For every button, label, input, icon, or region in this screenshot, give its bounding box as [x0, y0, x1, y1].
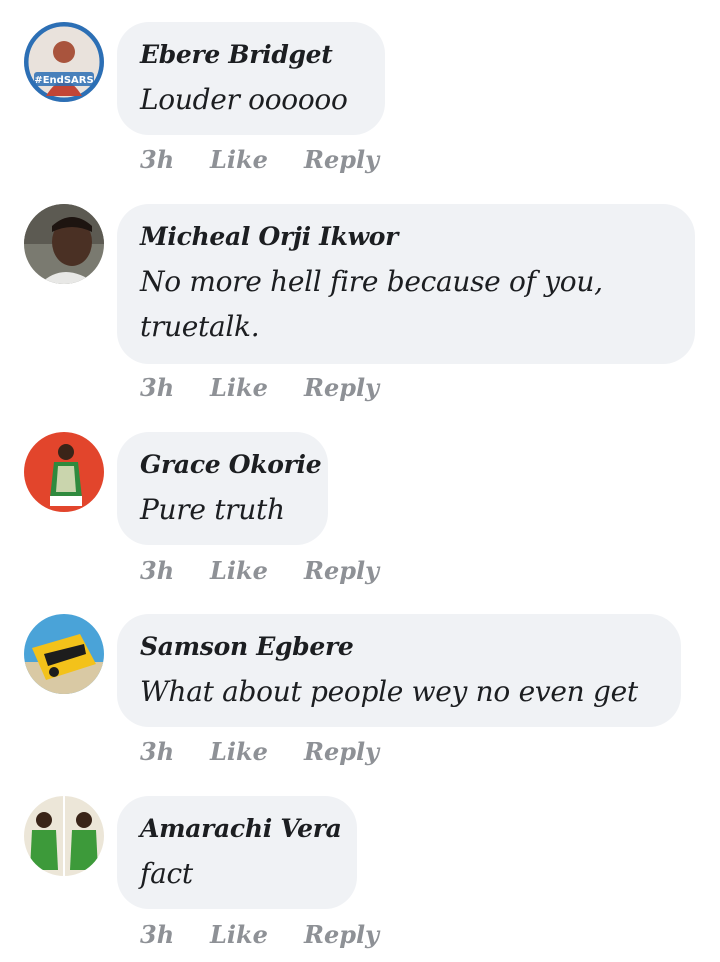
comment-author[interactable]: Micheal Orji Ikwor	[140, 220, 671, 254]
like-button[interactable]: Like	[210, 554, 268, 588]
like-button[interactable]: Like	[210, 918, 268, 952]
avatar-badge-text: #EndSARS	[34, 75, 93, 86]
comment-timestamp[interactable]: 3h	[140, 371, 174, 405]
comment-timestamp[interactable]: 3h	[140, 735, 174, 769]
comment-text: fact	[140, 857, 193, 890]
avatar[interactable]: #EndSARS	[24, 22, 104, 102]
reply-button[interactable]: Reply	[304, 143, 379, 177]
avatar-image: #EndSARS	[24, 22, 104, 102]
comment-text: Louder oooooo	[140, 83, 348, 116]
reply-button[interactable]: Reply	[304, 735, 379, 769]
like-button[interactable]: Like	[210, 735, 268, 769]
avatar[interactable]	[24, 796, 104, 876]
comment-author[interactable]: Grace Okorie	[140, 448, 322, 482]
comment-text: What about people wey no even get	[140, 675, 638, 708]
comment-text: No more hell fire because of you, trueta…	[140, 265, 603, 343]
comment-bubble: Micheal Orji Ikwor No more hell fire bec…	[117, 204, 695, 364]
like-button[interactable]: Like	[210, 371, 268, 405]
comment-bubble: Amarachi Vera fact	[117, 796, 357, 909]
comment-bubble: Grace Okorie Pure truth	[117, 432, 328, 545]
reply-button[interactable]: Reply	[304, 918, 379, 952]
comment-text: Pure truth	[140, 493, 285, 526]
reply-button[interactable]: Reply	[304, 554, 379, 588]
comment-author[interactable]: Ebere Bridget	[140, 38, 361, 72]
avatar[interactable]	[24, 614, 104, 694]
comment-bubble: Ebere Bridget Louder oooooo	[117, 22, 385, 135]
avatar[interactable]	[24, 432, 104, 512]
comment-author[interactable]: Amarachi Vera	[140, 812, 342, 846]
comment-timestamp[interactable]: 3h	[140, 918, 174, 952]
avatar-image	[24, 614, 104, 694]
like-button[interactable]: Like	[210, 143, 268, 177]
avatar-image	[24, 432, 104, 512]
comment-timestamp[interactable]: 3h	[140, 143, 174, 177]
avatar-image	[24, 204, 104, 284]
comment-author[interactable]: Samson Egbere	[140, 630, 657, 664]
comment-bubble: Samson Egbere What about people wey no e…	[117, 614, 681, 727]
avatar-image	[24, 796, 104, 876]
avatar[interactable]	[24, 204, 104, 284]
comment-timestamp[interactable]: 3h	[140, 554, 174, 588]
reply-button[interactable]: Reply	[304, 371, 379, 405]
